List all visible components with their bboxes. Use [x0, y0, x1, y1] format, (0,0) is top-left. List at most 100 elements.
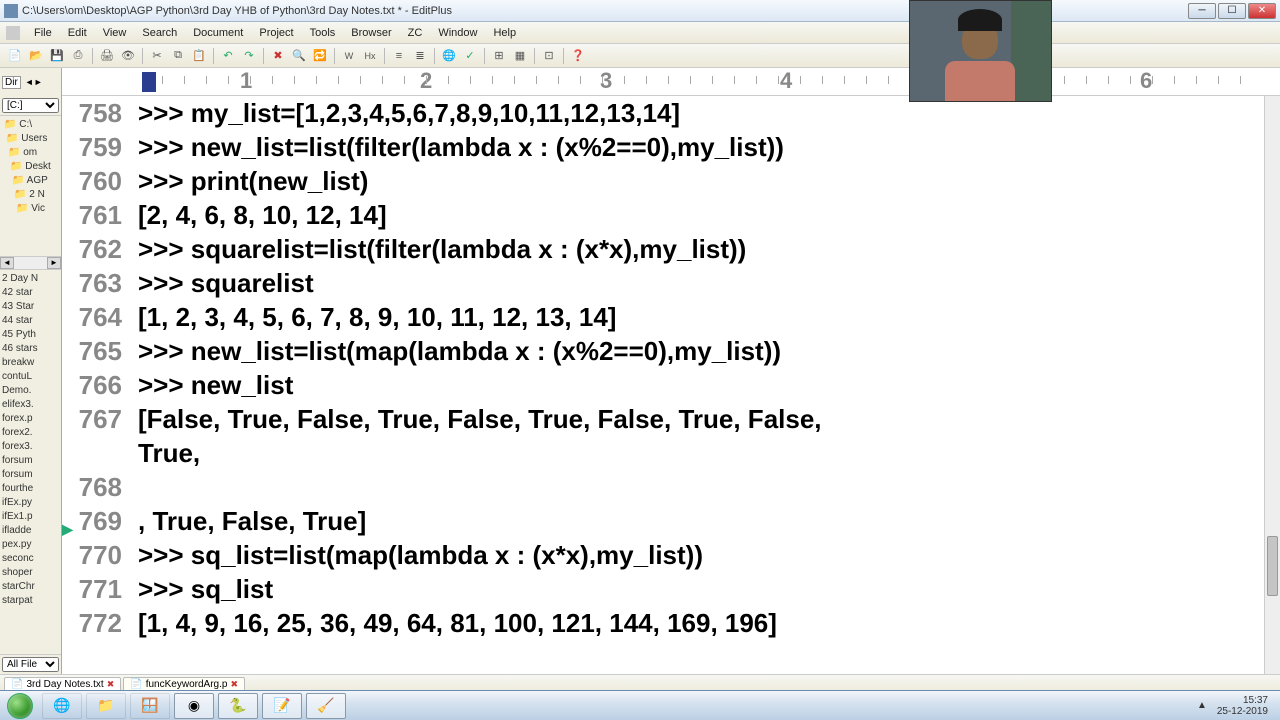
undo-icon[interactable]: ↶: [219, 47, 237, 65]
code-line[interactable]: >>> squarelist: [138, 266, 1262, 300]
file-item[interactable]: pex.py: [0, 538, 61, 552]
file-item[interactable]: shoper: [0, 566, 61, 580]
file-item[interactable]: forex.p: [0, 412, 61, 426]
folder-item[interactable]: 📁 Vic: [0, 202, 61, 216]
task-ie-icon[interactable]: 🌐: [42, 693, 82, 719]
file-list[interactable]: 2 Day N42 star43 Star44 star45 Pyth46 st…: [0, 270, 61, 654]
print-icon[interactable]: 🖨: [98, 47, 116, 65]
spell-check-icon[interactable]: ✓: [461, 47, 479, 65]
menu-window[interactable]: Window: [430, 25, 485, 41]
code-line[interactable]: >>> my_list=[1,2,3,4,5,6,7,8,9,10,11,12,…: [138, 96, 1262, 130]
menu-project[interactable]: Project: [251, 25, 301, 41]
dir-nav-icon[interactable]: ◄►: [25, 77, 43, 87]
align-center-icon[interactable]: ≣: [411, 47, 429, 65]
task-app2-icon[interactable]: 🧹: [306, 693, 346, 719]
clock[interactable]: 15:37 25-12-2019: [1211, 695, 1274, 717]
file-item[interactable]: fourthe: [0, 482, 61, 496]
redo-icon[interactable]: ↷: [240, 47, 258, 65]
folder-item[interactable]: 📁 Users: [0, 132, 61, 146]
open-file-icon[interactable]: 📂: [27, 47, 45, 65]
code-line[interactable]: [1, 2, 3, 4, 5, 6, 7, 8, 9, 10, 11, 12, …: [138, 300, 1262, 334]
file-item[interactable]: ifladde: [0, 524, 61, 538]
scrollbar-thumb[interactable]: [1267, 536, 1278, 596]
menu-tools[interactable]: Tools: [302, 25, 344, 41]
file-item[interactable]: ifEx.py: [0, 496, 61, 510]
editor[interactable]: 758759760761762763764765766767768769▶770…: [62, 96, 1280, 674]
save-icon[interactable]: 💾: [48, 47, 66, 65]
file-item[interactable]: 42 star: [0, 286, 61, 300]
file-item[interactable]: forsum: [0, 454, 61, 468]
scrollbar-vertical[interactable]: [1264, 96, 1280, 674]
task-explorer-icon[interactable]: 📁: [86, 693, 126, 719]
code-line[interactable]: [1, 4, 9, 16, 25, 36, 49, 64, 81, 100, 1…: [138, 606, 1262, 640]
menu-file[interactable]: File: [26, 25, 60, 41]
find-icon[interactable]: 🔍: [290, 47, 308, 65]
browser-icon[interactable]: 🌐: [440, 47, 458, 65]
cut-icon[interactable]: ✂: [148, 47, 166, 65]
help-icon[interactable]: ❓: [569, 47, 587, 65]
paste-icon[interactable]: 📋: [190, 47, 208, 65]
code-line[interactable]: >>> squarelist=list(filter(lambda x : (x…: [138, 232, 1262, 266]
minimize-button[interactable]: ─: [1188, 3, 1216, 19]
copy-icon[interactable]: ⧉: [169, 47, 187, 65]
menu-zc[interactable]: ZC: [400, 25, 431, 41]
save-all-icon[interactable]: ⎙: [69, 47, 87, 65]
file-item[interactable]: forsum: [0, 468, 61, 482]
file-item[interactable]: contuL: [0, 370, 61, 384]
system-tray[interactable]: ▲ 15:37 25-12-2019: [1187, 695, 1280, 717]
scroll-right-icon[interactable]: ►: [47, 257, 61, 269]
window-list-icon[interactable]: ▦: [511, 47, 529, 65]
file-filter[interactable]: All File: [0, 654, 61, 674]
file-item[interactable]: starpat: [0, 594, 61, 608]
folder-item[interactable]: 📁 2 N: [0, 188, 61, 202]
replace-icon[interactable]: 🔁: [311, 47, 329, 65]
file-item[interactable]: 43 Star: [0, 300, 61, 314]
file-item[interactable]: elifex3.: [0, 398, 61, 412]
folder-item[interactable]: 📁 C:\: [0, 118, 61, 132]
file-item[interactable]: ifEx1.p: [0, 510, 61, 524]
folder-item[interactable]: 📁 Deskt: [0, 160, 61, 174]
file-item[interactable]: starChr: [0, 580, 61, 594]
menu-edit[interactable]: Edit: [60, 25, 95, 41]
code-line[interactable]: >>> sq_list=list(map(lambda x : (x*x),my…: [138, 538, 1262, 572]
close-button[interactable]: ✕: [1248, 3, 1276, 19]
code-line[interactable]: >>> new_list=list(filter(lambda x : (x%2…: [138, 130, 1262, 164]
col-select-icon[interactable]: ⊡: [540, 47, 558, 65]
file-item[interactable]: seconc: [0, 552, 61, 566]
sidebar-scroll[interactable]: ◄ ►: [0, 256, 61, 270]
maximize-button[interactable]: ☐: [1218, 3, 1246, 19]
words-icon[interactable]: W: [340, 47, 358, 65]
code-line[interactable]: >>> print(new_list): [138, 164, 1262, 198]
folder-tree[interactable]: 📁 C:\📁 Users📁 om📁 Deskt📁 AGP📁 2 N📁 Vic: [0, 116, 61, 256]
file-item[interactable]: 46 stars: [0, 342, 61, 356]
file-item[interactable]: forex3.: [0, 440, 61, 454]
drive-selector[interactable]: [C:]: [0, 96, 61, 116]
menu-help[interactable]: Help: [485, 25, 524, 41]
code-line[interactable]: , True, False, True]: [138, 504, 1262, 538]
file-item[interactable]: 44 star: [0, 314, 61, 328]
code-line[interactable]: >>> new_list=list(map(lambda x : (x%2==0…: [138, 334, 1262, 368]
code-line[interactable]: [2, 4, 6, 8, 10, 12, 14]: [138, 198, 1262, 232]
menu-browser[interactable]: Browser: [343, 25, 399, 41]
menu-search[interactable]: Search: [134, 25, 185, 41]
code-line[interactable]: [False, True, False, True, False, True, …: [138, 402, 1262, 436]
file-item[interactable]: breakw: [0, 356, 61, 370]
task-editplus-icon[interactable]: 📝: [262, 693, 302, 719]
delete-icon[interactable]: ✖: [269, 47, 287, 65]
start-button[interactable]: [0, 692, 40, 720]
hex-icon[interactable]: Hx: [361, 47, 379, 65]
task-app1-icon[interactable]: 🪟: [130, 693, 170, 719]
file-item[interactable]: Demo.: [0, 384, 61, 398]
file-item[interactable]: 45 Pyth: [0, 328, 61, 342]
file-item[interactable]: 2 Day N: [0, 272, 61, 286]
file-item[interactable]: forex2.: [0, 426, 61, 440]
code-line[interactable]: True,: [138, 436, 1262, 470]
folder-item[interactable]: 📁 om: [0, 146, 61, 160]
menu-document[interactable]: Document: [185, 25, 251, 41]
preview-icon[interactable]: 👁: [119, 47, 137, 65]
new-file-icon[interactable]: 📄: [6, 47, 24, 65]
tray-flag-icon[interactable]: ▲: [1193, 700, 1211, 711]
code-line[interactable]: [138, 470, 1262, 504]
scroll-left-icon[interactable]: ◄: [0, 257, 14, 269]
window-tile-icon[interactable]: ⊞: [490, 47, 508, 65]
